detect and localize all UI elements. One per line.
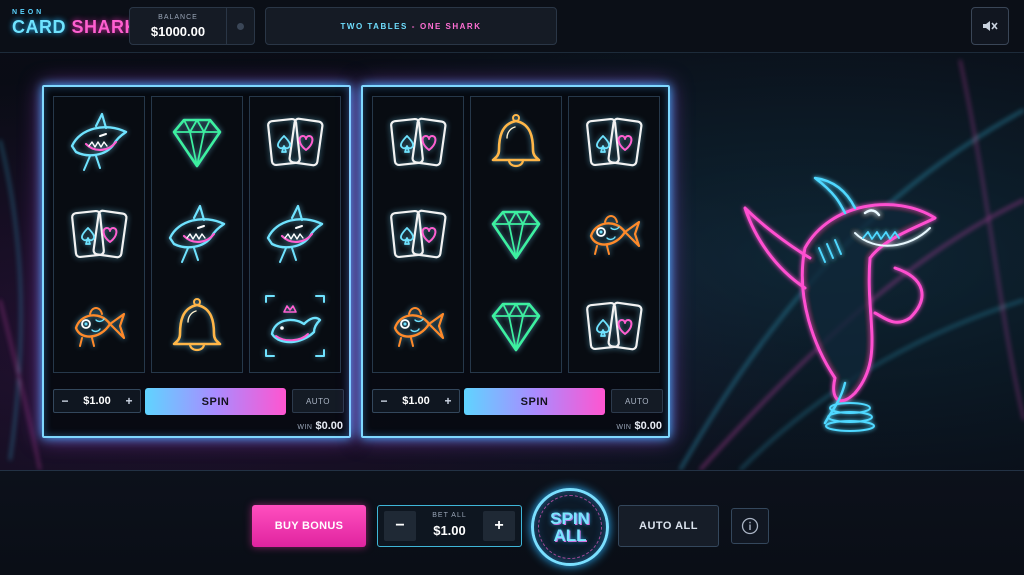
spin-all-button[interactable]: SPIN ALL bbox=[531, 488, 609, 566]
win-value: $0.00 bbox=[634, 420, 662, 432]
spin-all-label-line1: SPIN bbox=[550, 509, 590, 528]
win-value: $0.00 bbox=[315, 420, 343, 432]
reel-symbol bbox=[250, 281, 340, 373]
goldfish-icon bbox=[393, 307, 445, 347]
reel-symbol bbox=[54, 97, 144, 189]
win-label: WIN bbox=[297, 424, 313, 431]
cards-icon bbox=[586, 117, 643, 167]
goldfish-icon bbox=[74, 307, 126, 347]
whale-icon bbox=[265, 295, 325, 357]
goldfish-icon bbox=[589, 215, 641, 255]
bet-all-value: $1.00 bbox=[433, 523, 466, 538]
reel bbox=[568, 96, 660, 373]
spin-button[interactable]: SPIN bbox=[145, 388, 286, 415]
spin-all-label-line2: ALL bbox=[553, 526, 587, 545]
shark-icon bbox=[70, 112, 128, 171]
bet-increase-button[interactable]: + bbox=[443, 394, 453, 408]
cards-icon bbox=[390, 209, 447, 259]
buy-bonus-button[interactable]: BUY BONUS bbox=[252, 505, 366, 547]
bell-icon bbox=[172, 298, 222, 352]
bet-increase-button[interactable]: + bbox=[124, 394, 134, 408]
reel-symbol bbox=[373, 281, 463, 373]
reel bbox=[372, 96, 464, 373]
reel bbox=[249, 96, 341, 373]
reel-symbol bbox=[471, 189, 561, 281]
logo-small-text: NEON bbox=[12, 9, 45, 16]
bet-amount: $1.00 bbox=[83, 395, 111, 407]
reel-symbol bbox=[152, 189, 242, 281]
win-label: WIN bbox=[616, 424, 632, 431]
balance-panel: BALANCE $1000.00 bbox=[129, 7, 255, 45]
reel-symbol bbox=[569, 189, 659, 281]
shark-icon bbox=[266, 204, 324, 263]
reel-symbol bbox=[152, 97, 242, 189]
slot-table-1: − $1.00 + SPIN AUTO WIN $0.00 bbox=[42, 85, 351, 438]
tagline-part1: TWO TABLES bbox=[340, 21, 408, 31]
diamond-icon bbox=[491, 210, 541, 260]
status-dot-icon bbox=[237, 23, 244, 30]
reel-symbol bbox=[471, 281, 561, 373]
bet-all-decrease-button[interactable]: − bbox=[384, 511, 416, 541]
bet-decrease-button[interactable]: − bbox=[60, 394, 70, 408]
top-bar: NEON CARD SHARK BALANCE $1000.00 TWO TAB… bbox=[0, 0, 1024, 53]
shark-icon bbox=[168, 204, 226, 263]
sound-toggle-button[interactable] bbox=[971, 7, 1009, 45]
game-logo: NEON CARD SHARK bbox=[12, 9, 138, 38]
balance-divider bbox=[226, 8, 227, 44]
logo-title: CARD SHARK bbox=[12, 17, 138, 38]
auto-button[interactable]: AUTO bbox=[611, 389, 663, 413]
reel bbox=[151, 96, 243, 373]
spin-button[interactable]: SPIN bbox=[464, 388, 605, 415]
bet-all-increase-button[interactable]: + bbox=[483, 511, 515, 541]
reel-symbol bbox=[471, 97, 561, 189]
cards-icon bbox=[390, 117, 447, 167]
info-button[interactable] bbox=[731, 508, 769, 544]
reel-symbol bbox=[250, 189, 340, 281]
reel-symbol bbox=[54, 189, 144, 281]
shark-mascot-illustration bbox=[743, 176, 937, 432]
tagline-separator: - bbox=[411, 21, 416, 31]
bet-decrease-button[interactable]: − bbox=[379, 394, 389, 408]
slot-table-2: − $1.00 + SPIN AUTO WIN $0.00 bbox=[361, 85, 670, 438]
reel-symbol bbox=[373, 97, 463, 189]
win-display: WIN $0.00 bbox=[616, 420, 662, 432]
bet-amount: $1.00 bbox=[402, 395, 430, 407]
bet-all-label: BET ALL bbox=[432, 512, 467, 519]
bottom-controls-bar: BUY BONUS − BET ALL $1.00 + SPIN ALL AUT… bbox=[0, 470, 1024, 575]
bet-stepper: − $1.00 + bbox=[53, 389, 141, 413]
reel bbox=[470, 96, 562, 373]
auto-all-button[interactable]: AUTO ALL bbox=[618, 505, 719, 547]
bet-stepper: − $1.00 + bbox=[372, 389, 460, 413]
info-icon bbox=[741, 517, 759, 535]
auto-button[interactable]: AUTO bbox=[292, 389, 344, 413]
cards-icon bbox=[71, 209, 128, 259]
reel-symbol bbox=[569, 281, 659, 373]
balance-value: $1000.00 bbox=[150, 24, 206, 39]
balance-label: BALANCE bbox=[158, 14, 198, 21]
cards-icon bbox=[267, 117, 324, 167]
diamond-icon bbox=[172, 118, 222, 168]
reel-symbol bbox=[54, 281, 144, 373]
reel bbox=[53, 96, 145, 373]
reel-symbol bbox=[152, 281, 242, 373]
bet-all-stepper: − BET ALL $1.00 + bbox=[377, 505, 522, 547]
diamond-icon bbox=[491, 302, 541, 352]
bell-icon bbox=[491, 114, 541, 168]
reel-symbol bbox=[250, 97, 340, 189]
reel-symbol bbox=[569, 97, 659, 189]
win-display: WIN $0.00 bbox=[297, 420, 343, 432]
sound-off-icon bbox=[983, 21, 998, 31]
logo-word-card: CARD bbox=[12, 17, 66, 37]
reel-symbol bbox=[373, 189, 463, 281]
tagline-banner: TWO TABLES - ONE SHARK bbox=[265, 7, 557, 45]
cards-icon bbox=[586, 301, 643, 351]
tagline-part2: ONE SHARK bbox=[419, 21, 482, 31]
